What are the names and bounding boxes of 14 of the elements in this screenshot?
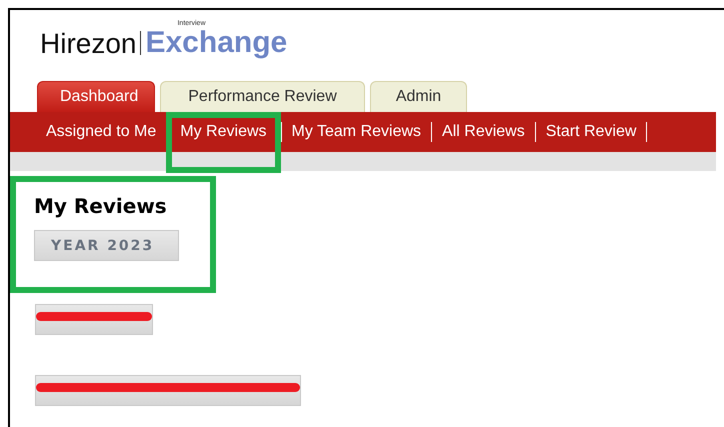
product-name: Exchange [145,28,288,58]
nav-link[interactable]: All Reviews [432,123,535,141]
redacted-button[interactable] [35,304,153,335]
nav-tab[interactable]: Dashboard [37,81,155,112]
nav-link[interactable]: Start Review [536,123,646,141]
nav-link[interactable]: My Team Reviews [282,123,432,141]
nav-link[interactable]: Assigned to Me [44,123,166,141]
section-title: My Reviews [34,194,168,218]
brand-name: Hirezon [40,30,136,58]
nav-tab[interactable]: Admin [370,81,467,112]
year-button[interactable]: YEAR 2023 [34,230,179,261]
redacted-button[interactable] [35,375,301,406]
nav-link[interactable]: My Reviews [166,112,281,173]
nav-tab[interactable]: Performance Review [160,81,365,112]
